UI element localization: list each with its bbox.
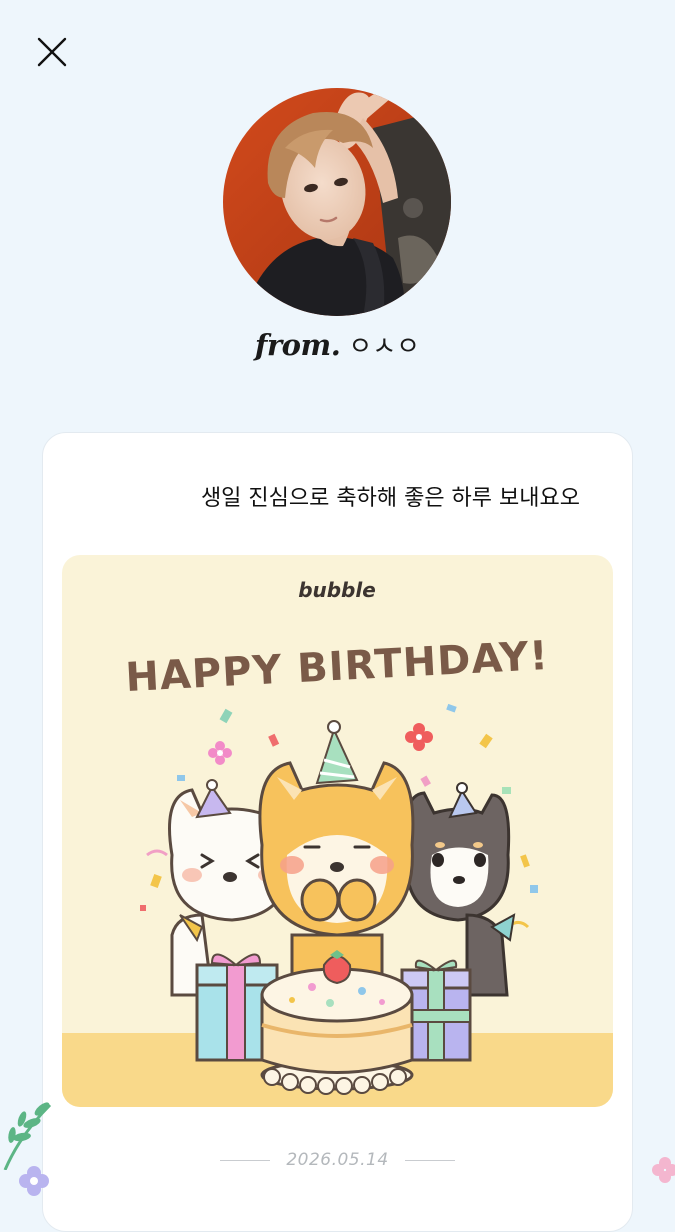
letter-date: 2026.05.14	[286, 1150, 389, 1170]
sticker-headline: HAPPY BIRTHDAY!	[124, 633, 549, 701]
flower-decoration-icon	[19, 1166, 49, 1196]
letter-date-row: 2026.05.14	[0, 1150, 675, 1170]
sender-name: ㅇㅅㅇ	[348, 332, 421, 362]
leaf-decoration-icon	[3, 1102, 52, 1170]
letter-message: 생일 진심으로 축하해 좋은 하루 보내요오	[200, 486, 580, 511]
flower-decoration-icon	[652, 1157, 675, 1183]
divider	[404, 1159, 455, 1161]
close-button[interactable]	[28, 28, 76, 76]
sticker-brand: bubble	[298, 578, 376, 602]
sender-line: from. ㅇㅅㅇ	[0, 326, 675, 363]
sender-avatar	[223, 88, 451, 316]
birthday-cake	[260, 950, 414, 1095]
close-icon	[37, 37, 67, 67]
divider	[220, 1159, 271, 1161]
birthday-sticker: bubble HAPPY BIRTHDAY!	[62, 555, 613, 1107]
from-prefix: from.	[254, 328, 341, 362]
